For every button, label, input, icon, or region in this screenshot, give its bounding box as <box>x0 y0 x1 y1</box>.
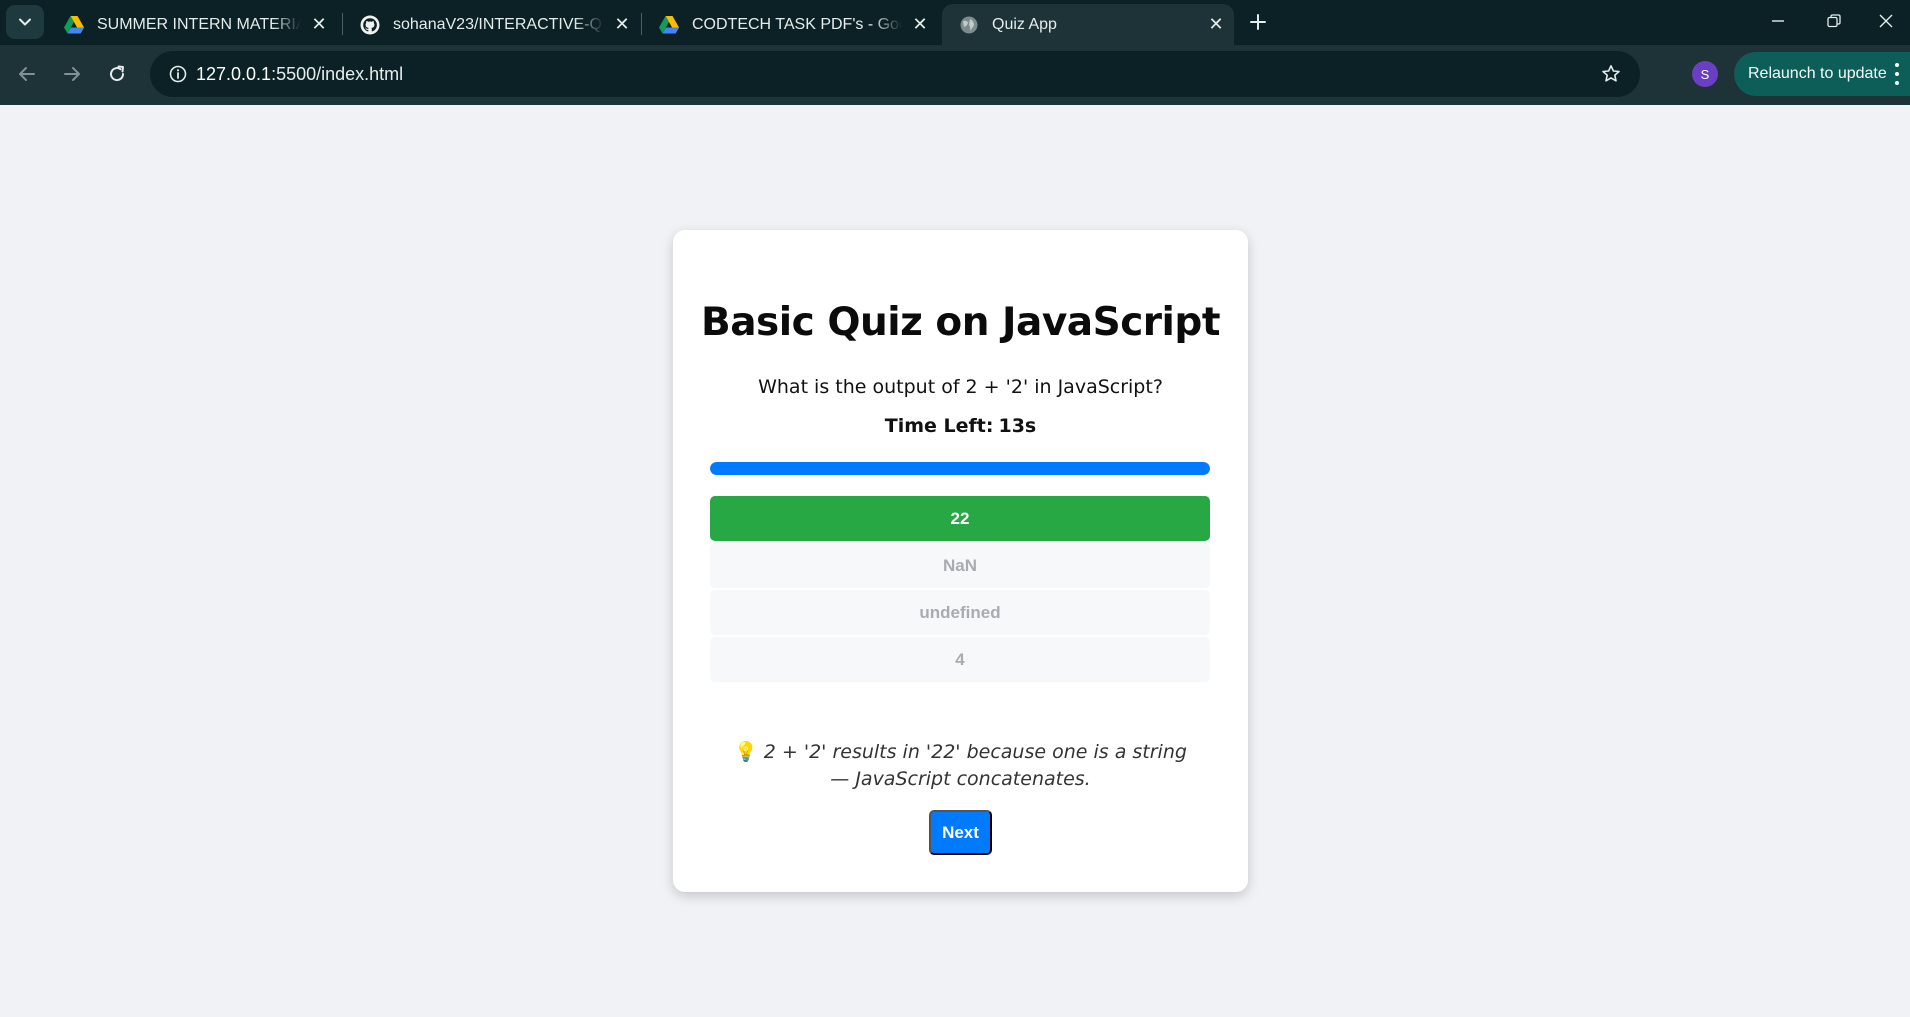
close-window-button[interactable] <box>1862 0 1910 42</box>
forward-button[interactable] <box>54 56 90 92</box>
question-text: What is the output of 2 + '2' in JavaScr… <box>758 376 1163 398</box>
relaunch-to-update-button[interactable]: Relaunch to update <box>1734 52 1910 96</box>
timer-value: 13s <box>998 415 1037 437</box>
timer-progress-bar <box>710 462 1210 475</box>
close-tab-icon[interactable]: ✕ <box>902 7 938 43</box>
browser-toolbar: 127.0.0.1:5500/index.html S Relaunch to … <box>0 45 1910 105</box>
bookmark-star-icon[interactable] <box>1596 59 1626 89</box>
tab-title: CODTECH TASK PDF's - Google Drive <box>692 15 902 33</box>
browser-tab-strip: SUMMER INTERN MATERIALS - Google Drive ✕… <box>0 0 1910 45</box>
reload-icon <box>110 65 125 82</box>
tab-title: SUMMER INTERN MATERIALS - Google Drive <box>97 15 301 33</box>
tab-title: sohanaV23/INTERACTIVE-QUIZ-APP <box>393 15 604 33</box>
explanation: 💡 2 + '2' results in '22' because one is… <box>733 739 1188 793</box>
option-button[interactable]: NaN <box>710 543 1210 588</box>
more-menu-icon[interactable] <box>1894 63 1900 85</box>
chevron-down-icon <box>19 18 31 26</box>
restore-icon <box>1827 14 1841 28</box>
url-host: 127.0.0.1 <box>196 64 272 84</box>
relaunch-label: Relaunch to update <box>1748 65 1887 82</box>
google-drive-icon <box>658 14 680 36</box>
tab-search-button[interactable] <box>6 5 44 39</box>
close-icon <box>1879 14 1893 28</box>
back-button[interactable] <box>9 56 45 92</box>
option-button[interactable]: 4 <box>710 637 1210 682</box>
new-tab-button[interactable] <box>1240 5 1276 39</box>
address-bar[interactable]: 127.0.0.1:5500/index.html <box>150 51 1640 97</box>
close-tab-icon[interactable]: ✕ <box>604 7 640 43</box>
reload-button[interactable] <box>99 56 135 92</box>
restore-button[interactable] <box>1806 0 1862 42</box>
plus-icon <box>1250 14 1266 30</box>
minimize-button[interactable] <box>1750 0 1806 42</box>
profile-avatar[interactable]: S <box>1692 61 1718 87</box>
option-button[interactable]: undefined <box>710 590 1210 635</box>
site-info-icon[interactable] <box>162 58 194 90</box>
url-path: :5500/index.html <box>271 64 404 84</box>
github-icon <box>359 14 381 36</box>
timer-progress-fill <box>710 462 1210 475</box>
browser-tab-codtech[interactable]: CODTECH TASK PDF's - Google Drive ✕ <box>642 4 938 45</box>
lightbulb-icon: 💡 <box>734 741 758 763</box>
quiz-card: Basic Quiz on JavaScript What is the out… <box>673 230 1248 892</box>
back-arrow-icon <box>19 67 35 81</box>
tab-title: Quiz App <box>992 15 1057 33</box>
quiz-title: Basic Quiz on JavaScript <box>701 300 1220 345</box>
close-tab-icon[interactable]: ✕ <box>1198 7 1234 43</box>
browser-tab-quiz-app[interactable]: Quiz App ✕ <box>942 4 1234 45</box>
explanation-text: 2 + '2' results in '22' because one is a… <box>763 741 1187 790</box>
globe-icon <box>958 14 980 36</box>
close-tab-icon[interactable]: ✕ <box>301 7 337 43</box>
google-drive-icon <box>63 14 85 36</box>
forward-arrow-icon <box>64 67 80 81</box>
browser-tab-github[interactable]: sohanaV23/INTERACTIVE-QUIZ-APP ✕ <box>343 4 640 45</box>
timer: Time Left: 13s <box>673 415 1248 437</box>
browser-tab-summer-intern[interactable]: SUMMER INTERN MATERIALS - Google Drive ✕ <box>47 4 337 45</box>
timer-label: Time Left: <box>884 415 994 437</box>
next-button[interactable]: Next <box>929 810 992 855</box>
url-text: 127.0.0.1:5500/index.html <box>196 64 403 85</box>
minimize-icon <box>1772 20 1784 22</box>
page-viewport: Basic Quiz on JavaScript What is the out… <box>0 105 1910 1017</box>
option-button-correct[interactable]: 22 <box>710 496 1210 541</box>
